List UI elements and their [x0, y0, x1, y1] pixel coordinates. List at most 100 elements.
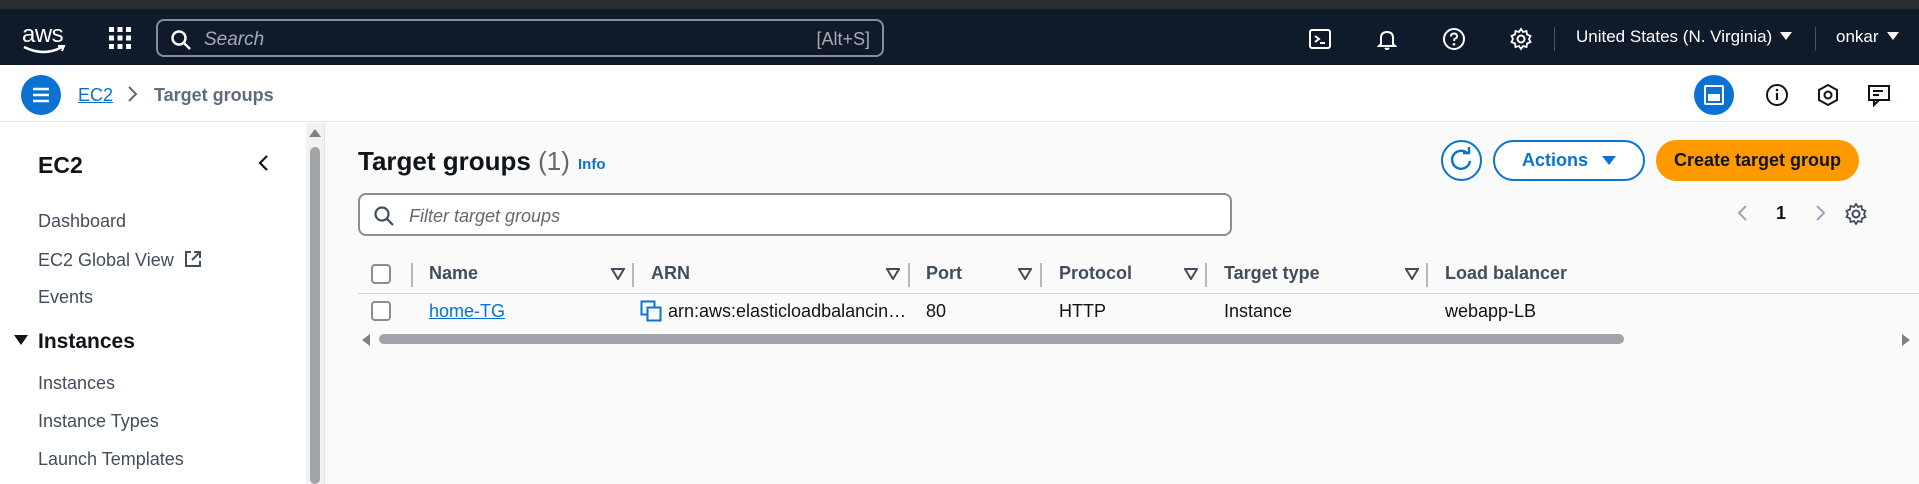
split-panel-icon — [1704, 85, 1724, 105]
page-title-text: Target groups — [358, 146, 531, 176]
column-header-target-type[interactable]: Target type — [1224, 263, 1320, 284]
settings-gear-icon[interactable] — [1509, 27, 1533, 51]
cell-protocol: HTTP — [1059, 301, 1106, 321]
target-group-name-link[interactable]: home-TG — [429, 301, 505, 321]
breadcrumb-chevron-icon — [128, 86, 138, 102]
browser-top-strip — [0, 0, 1919, 9]
row-select-checkbox[interactable] — [371, 301, 391, 321]
caret-down-icon — [1602, 156, 1616, 165]
sidebar-item-dashboard[interactable]: Dashboard — [38, 211, 126, 232]
column-header-load-balancer[interactable]: Load balancer — [1445, 263, 1567, 284]
scroll-up-arrow-icon[interactable] — [309, 129, 321, 137]
sidebar-scrollbar[interactable] — [306, 123, 324, 484]
page-title-count: (1) — [538, 146, 570, 176]
side-menu-toggle-button[interactable] — [21, 75, 61, 115]
collapse-sidebar-icon[interactable] — [254, 153, 274, 173]
actions-button[interactable]: Actions — [1493, 140, 1645, 181]
sidebar-item-instance-types[interactable]: Instance Types — [38, 411, 159, 432]
cloud-explorer-icon[interactable] — [1816, 83, 1840, 107]
create-target-group-button[interactable]: Create target group — [1656, 140, 1859, 181]
search-placeholder: Search — [204, 29, 265, 50]
info-icon[interactable] — [1765, 83, 1789, 107]
sidebar-title: EC2 — [38, 152, 83, 178]
next-page-icon[interactable] — [1813, 203, 1827, 223]
table-preferences-gear-icon[interactable] — [1844, 202, 1868, 226]
hamburger-icon — [33, 87, 49, 103]
info-link[interactable]: Info — [578, 156, 606, 173]
sidebar-section-label: Instances — [38, 330, 135, 353]
column-divider — [1426, 263, 1428, 287]
column-header-port[interactable]: Port — [926, 263, 962, 284]
sidebar-item-ec2-global-view[interactable]: EC2 Global View — [38, 249, 203, 271]
cell-name: home-TG — [429, 301, 505, 322]
table-horizontal-scrollbar[interactable] — [358, 331, 1919, 347]
scroll-left-arrow-icon[interactable] — [362, 334, 370, 346]
previous-page-icon[interactable] — [1736, 203, 1750, 223]
aws-logo[interactable]: aws — [22, 21, 72, 55]
actions-label: Actions — [1521, 150, 1588, 170]
region-selector[interactable]: United States (N. Virginia) — [1576, 27, 1793, 47]
scrollbar-thumb[interactable] — [310, 147, 320, 484]
search-shortcut: [Alt+S] — [816, 29, 870, 49]
notifications-bell-icon[interactable] — [1375, 27, 1399, 51]
sidebar-item-events[interactable]: Events — [38, 287, 93, 308]
services-grid-icon[interactable] — [108, 26, 132, 50]
sidebar-item-instances[interactable]: Instances — [38, 373, 115, 394]
cell-port: 80 — [926, 301, 947, 321]
column-header-protocol[interactable]: Protocol — [1059, 263, 1132, 284]
column-divider — [411, 263, 413, 287]
search-icon — [374, 206, 394, 226]
breadcrumb-current: Target groups — [154, 85, 274, 105]
nav-divider — [1815, 27, 1816, 51]
column-divider — [908, 263, 910, 287]
account-name: onkar — [1836, 27, 1879, 46]
table-header: Name ARN Port Protocol Target type Load … — [358, 255, 1919, 293]
column-divider — [632, 263, 634, 287]
column-divider — [1205, 263, 1207, 287]
sort-icon[interactable] — [611, 268, 625, 280]
cell-arn: arn:aws:elasticloadbalancin… — [668, 301, 907, 321]
breadcrumb-ec2-link[interactable]: EC2 — [78, 85, 113, 106]
page-number[interactable]: 1 — [1776, 203, 1786, 224]
refresh-button[interactable] — [1441, 140, 1482, 181]
refresh-icon — [1450, 147, 1472, 170]
sort-icon[interactable] — [886, 268, 900, 280]
search-icon — [171, 30, 191, 50]
main-content: Target groups (1) Info Actions Create ta… — [324, 123, 1919, 484]
scroll-right-arrow-icon[interactable] — [1902, 334, 1910, 346]
region-label: United States (N. Virginia) — [1576, 27, 1773, 46]
sort-icon[interactable] — [1184, 268, 1198, 280]
split-panel-toggle-button[interactable] — [1694, 75, 1734, 115]
sort-icon[interactable] — [1405, 268, 1419, 280]
sidebar-item-launch-templates[interactable]: Launch Templates — [38, 449, 184, 470]
cloudshell-icon[interactable] — [1308, 27, 1332, 51]
cell-load-balancer: webapp-LB — [1445, 301, 1537, 321]
top-navigation: aws Search [Alt+S] United States (N. Vir… — [0, 9, 1919, 65]
global-search-input[interactable]: Search [Alt+S] — [156, 19, 884, 57]
account-menu[interactable]: onkar — [1836, 27, 1899, 47]
expand-caret-icon — [14, 335, 28, 345]
region-caret-icon — [1780, 32, 1793, 40]
help-icon[interactable] — [1442, 27, 1466, 51]
sidebar-section-instances[interactable]: Instances — [14, 330, 135, 354]
column-divider — [1040, 263, 1042, 287]
filter-placeholder: Filter target groups — [409, 206, 561, 226]
aws-smile-icon — [23, 45, 66, 54]
page-title: Target groups (1) — [358, 146, 570, 177]
select-all-checkbox[interactable] — [371, 264, 391, 284]
column-header-arn[interactable]: ARN — [651, 263, 690, 284]
side-navigation: EC2 Dashboard EC2 Global View Events Ins… — [0, 123, 306, 484]
sort-icon[interactable] — [1018, 268, 1032, 280]
breadcrumb-bar: EC2 Target groups — [0, 65, 1919, 122]
table-row: home-TG arn:aws:elasticloadbalancin… 80 … — [358, 293, 1919, 329]
nav-divider — [1554, 27, 1555, 51]
external-link-icon — [184, 251, 201, 267]
feedback-icon[interactable] — [1867, 83, 1891, 107]
account-caret-icon — [1886, 32, 1899, 40]
copy-arn-icon[interactable] — [640, 300, 662, 322]
sidebar-item-label: EC2 Global View — [38, 250, 174, 270]
cell-target-type: Instance — [1224, 301, 1293, 321]
column-header-name[interactable]: Name — [429, 263, 478, 284]
filter-input[interactable]: Filter target groups — [358, 193, 1232, 236]
scrollbar-thumb[interactable] — [379, 334, 1624, 344]
